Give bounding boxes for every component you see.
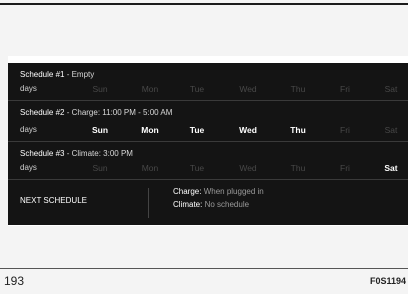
day-wed[interactable]: Wed — [239, 163, 256, 173]
schedule-detail: - Climate: 3:00 PM — [64, 149, 133, 158]
schedule-title: Schedule #2 - Charge: 11:00 PM - 5:00 AM — [20, 108, 172, 117]
day-mon[interactable]: Mon — [142, 163, 159, 173]
day-sun[interactable]: Sun — [92, 125, 108, 135]
day-sun[interactable]: Sun — [92, 84, 107, 94]
day-tue[interactable]: Tue — [190, 125, 204, 135]
charge-label: Charge: — [173, 187, 202, 196]
schedule-name: Schedule #1 — [20, 70, 65, 79]
day-tue[interactable]: Tue — [190, 84, 204, 94]
next-schedule-section: NEXT SCHEDULE Charge: When plugged in Cl… — [8, 180, 408, 225]
day-mon[interactable]: Mon — [142, 84, 159, 94]
next-schedule-button[interactable]: NEXT SCHEDULE — [20, 196, 87, 205]
schedule-row-3[interactable]: Schedule #3 - Climate: 3:00 PM days Sun … — [8, 142, 408, 180]
day-thu[interactable]: Thu — [291, 163, 306, 173]
schedule-name: Schedule #3 — [20, 149, 65, 158]
day-fri[interactable]: Fri — [340, 125, 350, 135]
bottom-rule — [0, 268, 408, 269]
days-label: days — [20, 163, 37, 172]
schedule-name: Schedule #2 — [20, 108, 65, 117]
day-thu[interactable]: Thu — [291, 84, 306, 94]
climate-value: No schedule — [202, 200, 250, 209]
days-label: days — [20, 84, 37, 93]
day-wed[interactable]: Wed — [239, 84, 256, 94]
page-number: 193 — [4, 274, 25, 288]
schedule-row-2[interactable]: Schedule #2 - Charge: 11:00 PM - 5:00 AM… — [8, 101, 408, 142]
schedule-detail: - Empty — [64, 70, 95, 79]
schedule-title: Schedule #3 - Climate: 3:00 PM — [20, 149, 133, 158]
day-sat[interactable]: Sat — [385, 84, 398, 94]
divider — [148, 188, 149, 218]
day-sat[interactable]: Sat — [384, 163, 397, 173]
day-fri[interactable]: Fri — [340, 84, 350, 94]
next-climate-info: Climate: No schedule — [173, 200, 249, 209]
days-label: days — [20, 125, 37, 134]
schedule-screen: Schedule #1 - Empty days Sun Mon Tue Wed… — [8, 63, 408, 225]
day-sat[interactable]: Sat — [385, 125, 398, 135]
day-mon[interactable]: Mon — [141, 125, 158, 135]
day-tue[interactable]: Tue — [190, 163, 204, 173]
day-wed[interactable]: Wed — [239, 125, 257, 135]
schedule-row-1[interactable]: Schedule #1 - Empty days Sun Mon Tue Wed… — [8, 63, 408, 101]
day-fri[interactable]: Fri — [340, 163, 350, 173]
schedule-title: Schedule #1 - Empty — [20, 70, 94, 79]
top-rule — [0, 3, 408, 5]
day-sun[interactable]: Sun — [92, 163, 107, 173]
schedule-detail: - Charge: 11:00 PM - 5:00 AM — [64, 108, 173, 117]
figure-id: F0S1194 — [369, 276, 406, 286]
next-charge-info: Charge: When plugged in — [173, 187, 264, 196]
climate-label: Climate: — [173, 200, 203, 209]
charge-value: When plugged in — [201, 187, 264, 196]
day-thu[interactable]: Thu — [290, 125, 306, 135]
